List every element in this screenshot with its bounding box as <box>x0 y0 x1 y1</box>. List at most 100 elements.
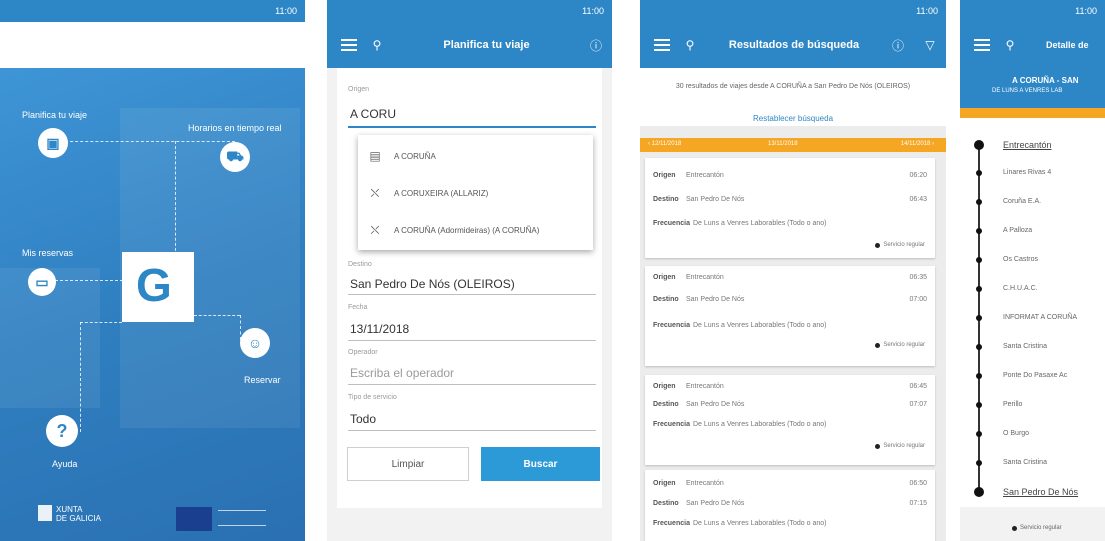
origin-input[interactable]: A CORU <box>350 107 396 121</box>
status-bar: 11:00 <box>327 0 612 22</box>
prev-date-button[interactable]: ‹ 12/11/2018 <box>648 141 681 147</box>
stop-item[interactable]: Linares Rivas 4 <box>1003 169 1051 176</box>
stop-item[interactable]: Perillo <box>1003 401 1022 408</box>
operator-underline <box>348 384 596 385</box>
arrival-time: 07:15 <box>909 500 927 507</box>
clear-button[interactable]: Limpiar <box>347 447 469 481</box>
departure-time: 06:20 <box>909 172 927 179</box>
date-input[interactable]: 13/11/2018 <box>350 322 409 336</box>
badge-label: Servicio regular <box>883 242 925 248</box>
departure-time: 06:50 <box>909 480 927 487</box>
origin-key: Origen <box>653 274 676 281</box>
arrival-time: 06:43 <box>909 196 927 203</box>
suggestion-label: A CORUXEIRA (ALLARIZ) <box>394 189 489 198</box>
page-title: Menu <box>141 39 170 51</box>
stop-item[interactable]: Os Castros <box>1003 256 1038 263</box>
hamburger-menu-icon[interactable] <box>974 36 990 54</box>
stop-item[interactable]: INFORMAT A CORUÑA <box>1003 314 1077 321</box>
stop-dot <box>976 228 982 234</box>
result-card[interactable]: Origen Entrecantón 06:50 Destino San Pedro … <box>645 470 935 541</box>
stop-dot <box>974 487 984 497</box>
hamburger-menu-icon[interactable] <box>654 36 670 54</box>
connector-line <box>80 322 81 432</box>
info-icon[interactable]: ⓘ <box>890 37 906 54</box>
xunta-logo-icon <box>38 505 52 521</box>
stop-item[interactable]: O Burgo <box>1003 430 1029 437</box>
destination-input[interactable]: San Pedro De Nós (OLEIROS) <box>350 277 515 291</box>
stop-dot <box>976 286 982 292</box>
connector-line <box>80 322 122 323</box>
status-time: 11:00 <box>582 6 604 16</box>
cart-icon[interactable]: ⛟ <box>220 142 250 172</box>
suggestion-item[interactable]: ⛌ A CORUÑA (Adormideiras) (A CORUÑA) <box>368 223 540 238</box>
stop-item[interactable]: Santa Cristina <box>1003 459 1047 466</box>
app-logo: G <box>122 252 194 322</box>
suggestion-item[interactable]: ⛌ A CORUXEIRA (ALLARIZ) <box>368 186 489 201</box>
result-destination: San Pedro De Nós <box>686 196 745 203</box>
eu-flag-icon <box>176 507 212 531</box>
next-date-button[interactable]: 14/11/2018 › <box>901 141 934 147</box>
help-icon[interactable]: ? <box>46 415 78 447</box>
menu-item-horarios-label: Horarios en tiempo real <box>188 123 282 133</box>
search-button[interactable]: Buscar <box>481 447 600 481</box>
destination-underline <box>348 294 596 295</box>
result-destination: San Pedro De Nós <box>686 500 745 507</box>
freq-key: Frecuencia <box>653 520 690 527</box>
current-date: 13/11/2018 <box>768 141 798 147</box>
eu-text-graphic <box>218 510 266 526</box>
menu-item-ayuda-label: Ayuda <box>52 459 78 469</box>
date-label: Fecha <box>348 304 368 311</box>
origin-label: Origen <box>348 86 370 93</box>
bus-icon[interactable]: ▣ <box>38 128 68 158</box>
service-type-label: Tipo de servicio <box>348 394 397 401</box>
menu-screen: 11:00 ⚲ Menu Planifica tu viaje ▣ Horari… <box>0 0 305 541</box>
suggestion-item[interactable]: ▤ A CORUÑA <box>368 149 436 163</box>
hamburger-menu-icon[interactable] <box>341 36 357 54</box>
dest-key: Destino <box>653 500 679 507</box>
operator-input[interactable]: Escriba el operador <box>350 366 454 380</box>
reset-search-link[interactable]: Restablecer búsqueda <box>640 114 946 123</box>
service-type-select[interactable]: Todo <box>350 412 376 426</box>
connector-line <box>65 141 235 142</box>
result-origin: Entrecantón <box>686 480 724 487</box>
stop-item[interactable]: Ponte Do Pasaxe Ac <box>1003 372 1067 379</box>
stop-dot <box>976 431 982 437</box>
bus-stop-icon: ⛌ <box>370 223 380 237</box>
result-origin: Entrecantón <box>686 172 724 179</box>
info-icon[interactable]: ⓘ <box>588 37 604 54</box>
hamburger-menu-icon[interactable] <box>14 36 30 54</box>
stop-dot <box>976 402 982 408</box>
bus-logo-icon: ⚲ <box>685 38 695 52</box>
stop-dot <box>974 140 984 150</box>
origin-key: Origen <box>653 480 676 487</box>
service-badge: Servicio regular <box>875 242 925 248</box>
stop-item[interactable]: Coruña E.A. <box>1003 198 1041 205</box>
ticket-icon[interactable]: ▭ <box>28 268 56 296</box>
stop-item[interactable]: San Pedro De Nós <box>1003 487 1078 497</box>
menu-appbar: ⚲ Menu <box>0 22 305 68</box>
filter-icon[interactable]: ▽ <box>922 38 938 52</box>
origin-suggestions-dropdown: ▤ A CORUÑA ⛌ A CORUXEIRA (ALLARIZ) ⛌ A CORU… <box>358 135 593 250</box>
footer-service-label: Servicio regular <box>1020 525 1062 531</box>
route-header: A CORUÑA - SAN DE LUNS A VENRES LAB <box>960 68 1105 108</box>
stop-item[interactable]: Entrecantón <box>1003 140 1052 150</box>
badge-label: Servicio regular <box>883 443 925 449</box>
status-bar: 11:00 <box>960 0 1105 22</box>
result-card[interactable]: Origen Entrecantón 06:20 Destino San Pedro … <box>645 158 935 258</box>
user-icon[interactable]: ☺ <box>240 328 270 358</box>
stop-dot <box>976 315 982 321</box>
departure-time: 06:45 <box>909 383 927 390</box>
result-origin: Entrecantón <box>686 383 724 390</box>
service-badge: Servicio regular <box>875 342 925 348</box>
stop-item[interactable]: A Palloza <box>1003 227 1032 234</box>
stop-item[interactable]: C.H.U.A.C. <box>1003 285 1038 292</box>
dest-key: Destino <box>653 401 679 408</box>
result-card[interactable]: Origen Entrecantón 06:45 Destino San Pedro … <box>645 375 935 465</box>
suggestion-label: A CORUÑA <box>394 151 436 161</box>
result-card[interactable]: Origen Entrecantón 06:35 Destino San Pedro … <box>645 266 935 366</box>
result-destination: San Pedro De Nós <box>686 401 745 408</box>
route-frequency: DE LUNS A VENRES LAB <box>992 88 1063 94</box>
destination-label: Destino <box>348 261 372 268</box>
date-navigator: ‹ 12/11/2018 13/11/2018 14/11/2018 › <box>640 138 946 152</box>
stop-item[interactable]: Santa Cristina <box>1003 343 1047 350</box>
